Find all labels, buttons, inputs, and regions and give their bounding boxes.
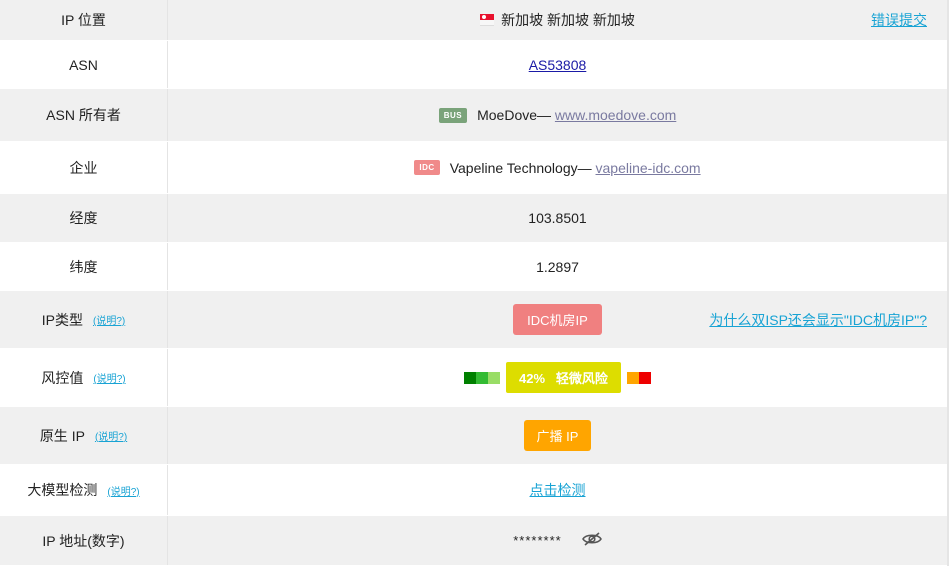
ip-numeric-masked: ******** xyxy=(513,533,562,548)
risk-level: 轻微风险 xyxy=(555,371,608,386)
value-risk: 42% 轻微风险 xyxy=(168,349,947,406)
native-ip-help-link[interactable]: (说明?) xyxy=(95,428,127,443)
report-error-link[interactable]: 错误提交 xyxy=(871,10,927,30)
row-ip-location: IP 位置 新加坡 新加坡 新加坡 错误提交 xyxy=(0,0,947,41)
llm-check-help-link[interactable]: (说明?) xyxy=(107,483,139,498)
value-ip-numeric: ******** xyxy=(168,516,947,565)
row-asn: ASN AS53808 xyxy=(0,41,947,89)
risk-help-link[interactable]: (说明?) xyxy=(93,370,125,385)
row-native-ip: 原生 IP (说明?) 广播 IP xyxy=(0,407,947,465)
asn-link[interactable]: AS53808 xyxy=(529,57,587,73)
value-ip-type: IDC机房IP 为什么双ISP还会显示"IDC机房IP"? xyxy=(168,291,947,348)
run-llm-check-link[interactable]: 点击检测 xyxy=(530,480,586,500)
row-ip-numeric: IP 地址(数字) ******** xyxy=(0,516,947,566)
row-llm-check: 大模型检测 (说明?) 点击检测 xyxy=(0,465,947,516)
location-text: 新加坡 新加坡 新加坡 xyxy=(501,12,635,28)
label-ip-numeric: IP 地址(数字) xyxy=(0,516,168,565)
llm-check-label-text: 大模型检测 xyxy=(27,482,98,498)
asn-owner-name: MoeDove xyxy=(477,107,538,123)
ip-type-badge: IDC机房IP xyxy=(513,304,602,335)
dual-isp-faq-link[interactable]: 为什么双ISP还会显示"IDC机房IP"? xyxy=(709,310,927,330)
native-ip-badge: 广播 IP xyxy=(523,420,592,451)
row-latitude: 纬度 1.2897 xyxy=(0,243,947,291)
company-name: Vapeline Technology xyxy=(449,159,578,176)
value-asn-owner: BUS MoeDove — www.moedove.com xyxy=(168,89,947,141)
row-longitude: 经度 103.8501 xyxy=(0,194,947,243)
asn-owner-url-link[interactable]: www.moedove.com xyxy=(555,107,676,123)
risk-score-badge: 42% 轻微风险 xyxy=(506,362,621,393)
risk-scale-segment-3 xyxy=(488,371,501,384)
label-native-ip: 原生 IP (说明?) xyxy=(0,407,168,464)
label-asn-owner: ASN 所有者 xyxy=(0,89,168,141)
value-ip-location: 新加坡 新加坡 新加坡 错误提交 xyxy=(168,0,947,40)
risk-scale-segment-2 xyxy=(476,371,489,384)
row-risk: 风控值 (说明?) 42% 轻微风险 xyxy=(0,349,947,407)
row-asn-owner: ASN 所有者 BUS MoeDove — www.moedove.com xyxy=(0,89,947,142)
label-asn: ASN xyxy=(0,41,168,88)
label-risk: 风控值 (说明?) xyxy=(0,349,168,406)
business-badge: BUS xyxy=(438,107,468,123)
label-longitude: 经度 xyxy=(0,194,168,242)
value-native-ip: 广播 IP xyxy=(168,407,947,464)
singapore-flag-icon xyxy=(480,14,495,26)
company-separator: — xyxy=(577,159,592,176)
label-latitude: 纬度 xyxy=(0,243,168,290)
eye-slash-icon[interactable] xyxy=(581,531,602,550)
company-url-link[interactable]: vapeline-idc.com xyxy=(596,160,701,176)
risk-scale: 42% 轻微风险 xyxy=(464,362,651,393)
label-ip-type: IP类型 (说明?) xyxy=(0,291,168,348)
idc-badge: IDC xyxy=(414,160,440,175)
native-ip-label-text: 原生 IP xyxy=(39,427,85,444)
risk-scale-segment-1 xyxy=(464,371,477,384)
ip-type-label-text: IP类型 xyxy=(41,311,83,328)
value-company: IDC Vapeline Technology — vapeline-idc.co… xyxy=(168,142,947,193)
ip-type-help-link[interactable]: (说明?) xyxy=(93,312,125,327)
label-company: 企业 xyxy=(0,142,168,193)
row-company: 企业 IDC Vapeline Technology — vapeline-idc… xyxy=(0,142,947,194)
risk-scale-segment-6 xyxy=(638,371,651,384)
label-llm-check: 大模型检测 (说明?) xyxy=(0,465,168,515)
asn-owner-separator: — xyxy=(537,107,552,123)
label-ip-location: IP 位置 xyxy=(0,0,168,40)
risk-percent: 42% xyxy=(519,371,546,386)
risk-label-text: 风控值 xyxy=(41,369,84,386)
value-longitude: 103.8501 xyxy=(528,210,587,226)
value-latitude: 1.2897 xyxy=(536,258,579,275)
value-llm-check: 点击检测 xyxy=(168,465,947,515)
value-asn: AS53808 xyxy=(168,41,947,88)
risk-scale-segment-5 xyxy=(626,371,639,384)
row-ip-type: IP类型 (说明?) IDC机房IP 为什么双ISP还会显示"IDC机房IP"? xyxy=(0,291,947,349)
